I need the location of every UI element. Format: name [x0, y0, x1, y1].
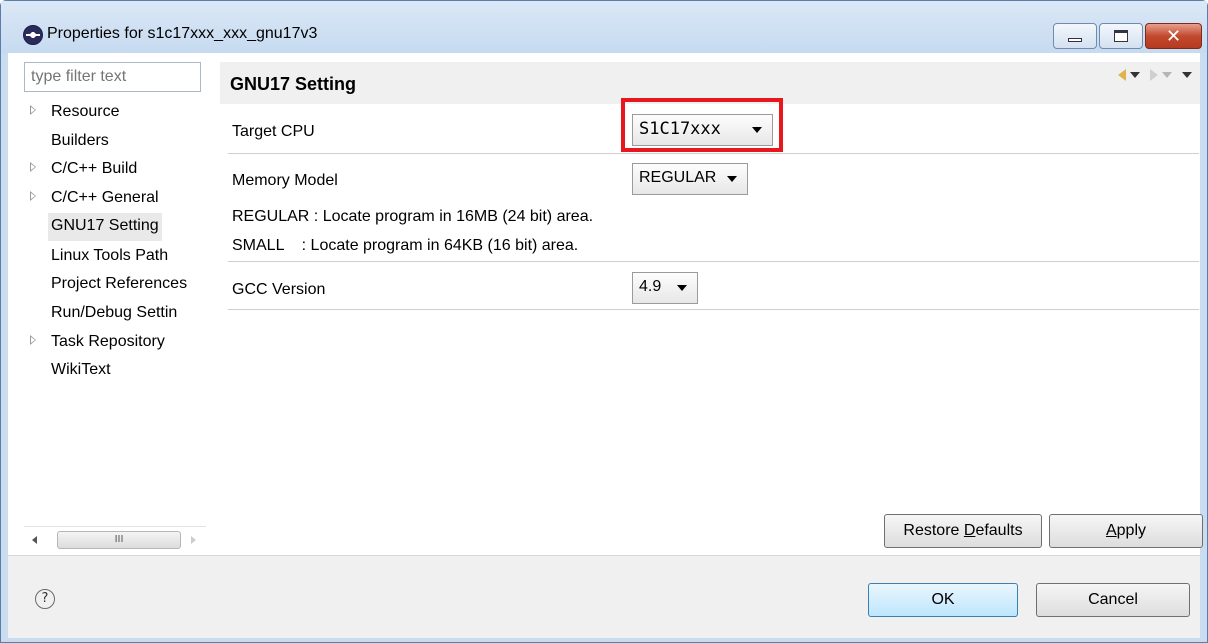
- tree-item-label: Task Repository: [51, 333, 165, 350]
- scroll-left-icon[interactable]: [32, 536, 37, 544]
- window-controls: ✕: [1051, 23, 1202, 49]
- restore-defaults-label-pre: Restore: [903, 522, 964, 539]
- separator: [228, 261, 1199, 262]
- memory-model-value: REGULAR: [639, 169, 717, 186]
- minimize-icon: [1068, 38, 1082, 42]
- annotation-highlight-box: [621, 98, 783, 152]
- close-icon: ✕: [1165, 25, 1182, 47]
- chevron-down-icon: [677, 285, 687, 291]
- memory-model-regular-desc: REGULAR : Locate program in 16MB (24 bit…: [232, 208, 594, 225]
- tree-horizontal-scrollbar[interactable]: III: [24, 526, 206, 552]
- target-cpu-label: Target CPU: [232, 123, 315, 140]
- tree-item-label: Project References: [51, 275, 188, 292]
- memory-model-label: Memory Model: [232, 172, 338, 189]
- scroll-right-icon[interactable]: [191, 536, 196, 544]
- properties-dialog: Properties for s1c17xxx_xxx_gnu17v3 ✕ Re…: [0, 0, 1208, 643]
- close-button[interactable]: ✕: [1145, 23, 1202, 49]
- help-icon[interactable]: ?: [35, 589, 55, 609]
- back-history-dropdown-icon[interactable]: [1130, 72, 1140, 78]
- tree-item-label: C/C++ Build: [51, 160, 138, 177]
- restore-defaults-button[interactable]: Restore Defaults: [884, 514, 1042, 548]
- chevron-down-icon: [727, 176, 737, 182]
- tree-item-label: C/C++ General: [51, 189, 159, 206]
- scroll-thumb[interactable]: III: [57, 531, 181, 549]
- page-title: GNU17 Setting: [230, 74, 357, 94]
- tree-item-label: WikiText: [51, 361, 111, 378]
- minimize-button[interactable]: [1053, 23, 1097, 49]
- expand-arrow-icon[interactable]: [30, 162, 36, 172]
- expand-arrow-icon[interactable]: [30, 335, 36, 345]
- dialog-button-bar: [8, 556, 1200, 638]
- tree-item-label: Resource: [51, 103, 120, 120]
- gcc-version-label: GCC Version: [232, 281, 326, 298]
- tree-item-label: GNU17 Setting: [48, 213, 162, 241]
- dialog-body: Resource Builders C/C++ Build C/C++ Gene…: [8, 53, 1203, 638]
- ok-button[interactable]: OK: [868, 583, 1018, 617]
- separator: [228, 309, 1199, 310]
- restore-defaults-mnemonic: D: [963, 522, 976, 539]
- view-menu-icon[interactable]: [1182, 72, 1192, 78]
- tree-item-label: Linux Tools Path: [51, 247, 169, 264]
- history-navigation: [1114, 69, 1192, 81]
- apply-label: pply: [1116, 522, 1147, 539]
- window-title: Properties for s1c17xxx_xxx_gnu17v3: [47, 25, 318, 42]
- title-bar: Properties for s1c17xxx_xxx_gnu17v3 ✕: [1, 1, 1207, 53]
- separator: [228, 153, 1199, 154]
- maximize-icon: [1114, 30, 1128, 42]
- apply-button[interactable]: Apply: [1049, 514, 1203, 548]
- tree-item-label: Builders: [51, 132, 109, 149]
- memory-model-select[interactable]: REGULAR: [632, 163, 748, 195]
- memory-model-small-desc: SMALL : Locate program in 64KB (16 bit) …: [232, 237, 579, 254]
- maximize-button[interactable]: [1099, 23, 1143, 49]
- expand-arrow-icon[interactable]: [30, 191, 36, 201]
- forward-arrow-icon[interactable]: [1150, 69, 1158, 81]
- property-tree: Resource Builders C/C++ Build C/C++ Gene…: [24, 99, 206, 539]
- forward-history-dropdown-icon[interactable]: [1162, 72, 1172, 78]
- filter-input[interactable]: [24, 62, 201, 92]
- gcc-version-select[interactable]: 4.9: [632, 272, 698, 304]
- back-arrow-icon[interactable]: [1118, 69, 1126, 81]
- apply-mnemonic: A: [1105, 522, 1117, 539]
- cancel-button[interactable]: Cancel: [1036, 583, 1190, 617]
- expand-arrow-icon[interactable]: [30, 105, 36, 115]
- tree-item-label: Run/Debug Settin: [51, 304, 178, 321]
- restore-defaults-label-post: efaults: [975, 522, 1023, 539]
- eclipse-icon: [23, 25, 43, 45]
- gcc-version-value: 4.9: [639, 278, 662, 295]
